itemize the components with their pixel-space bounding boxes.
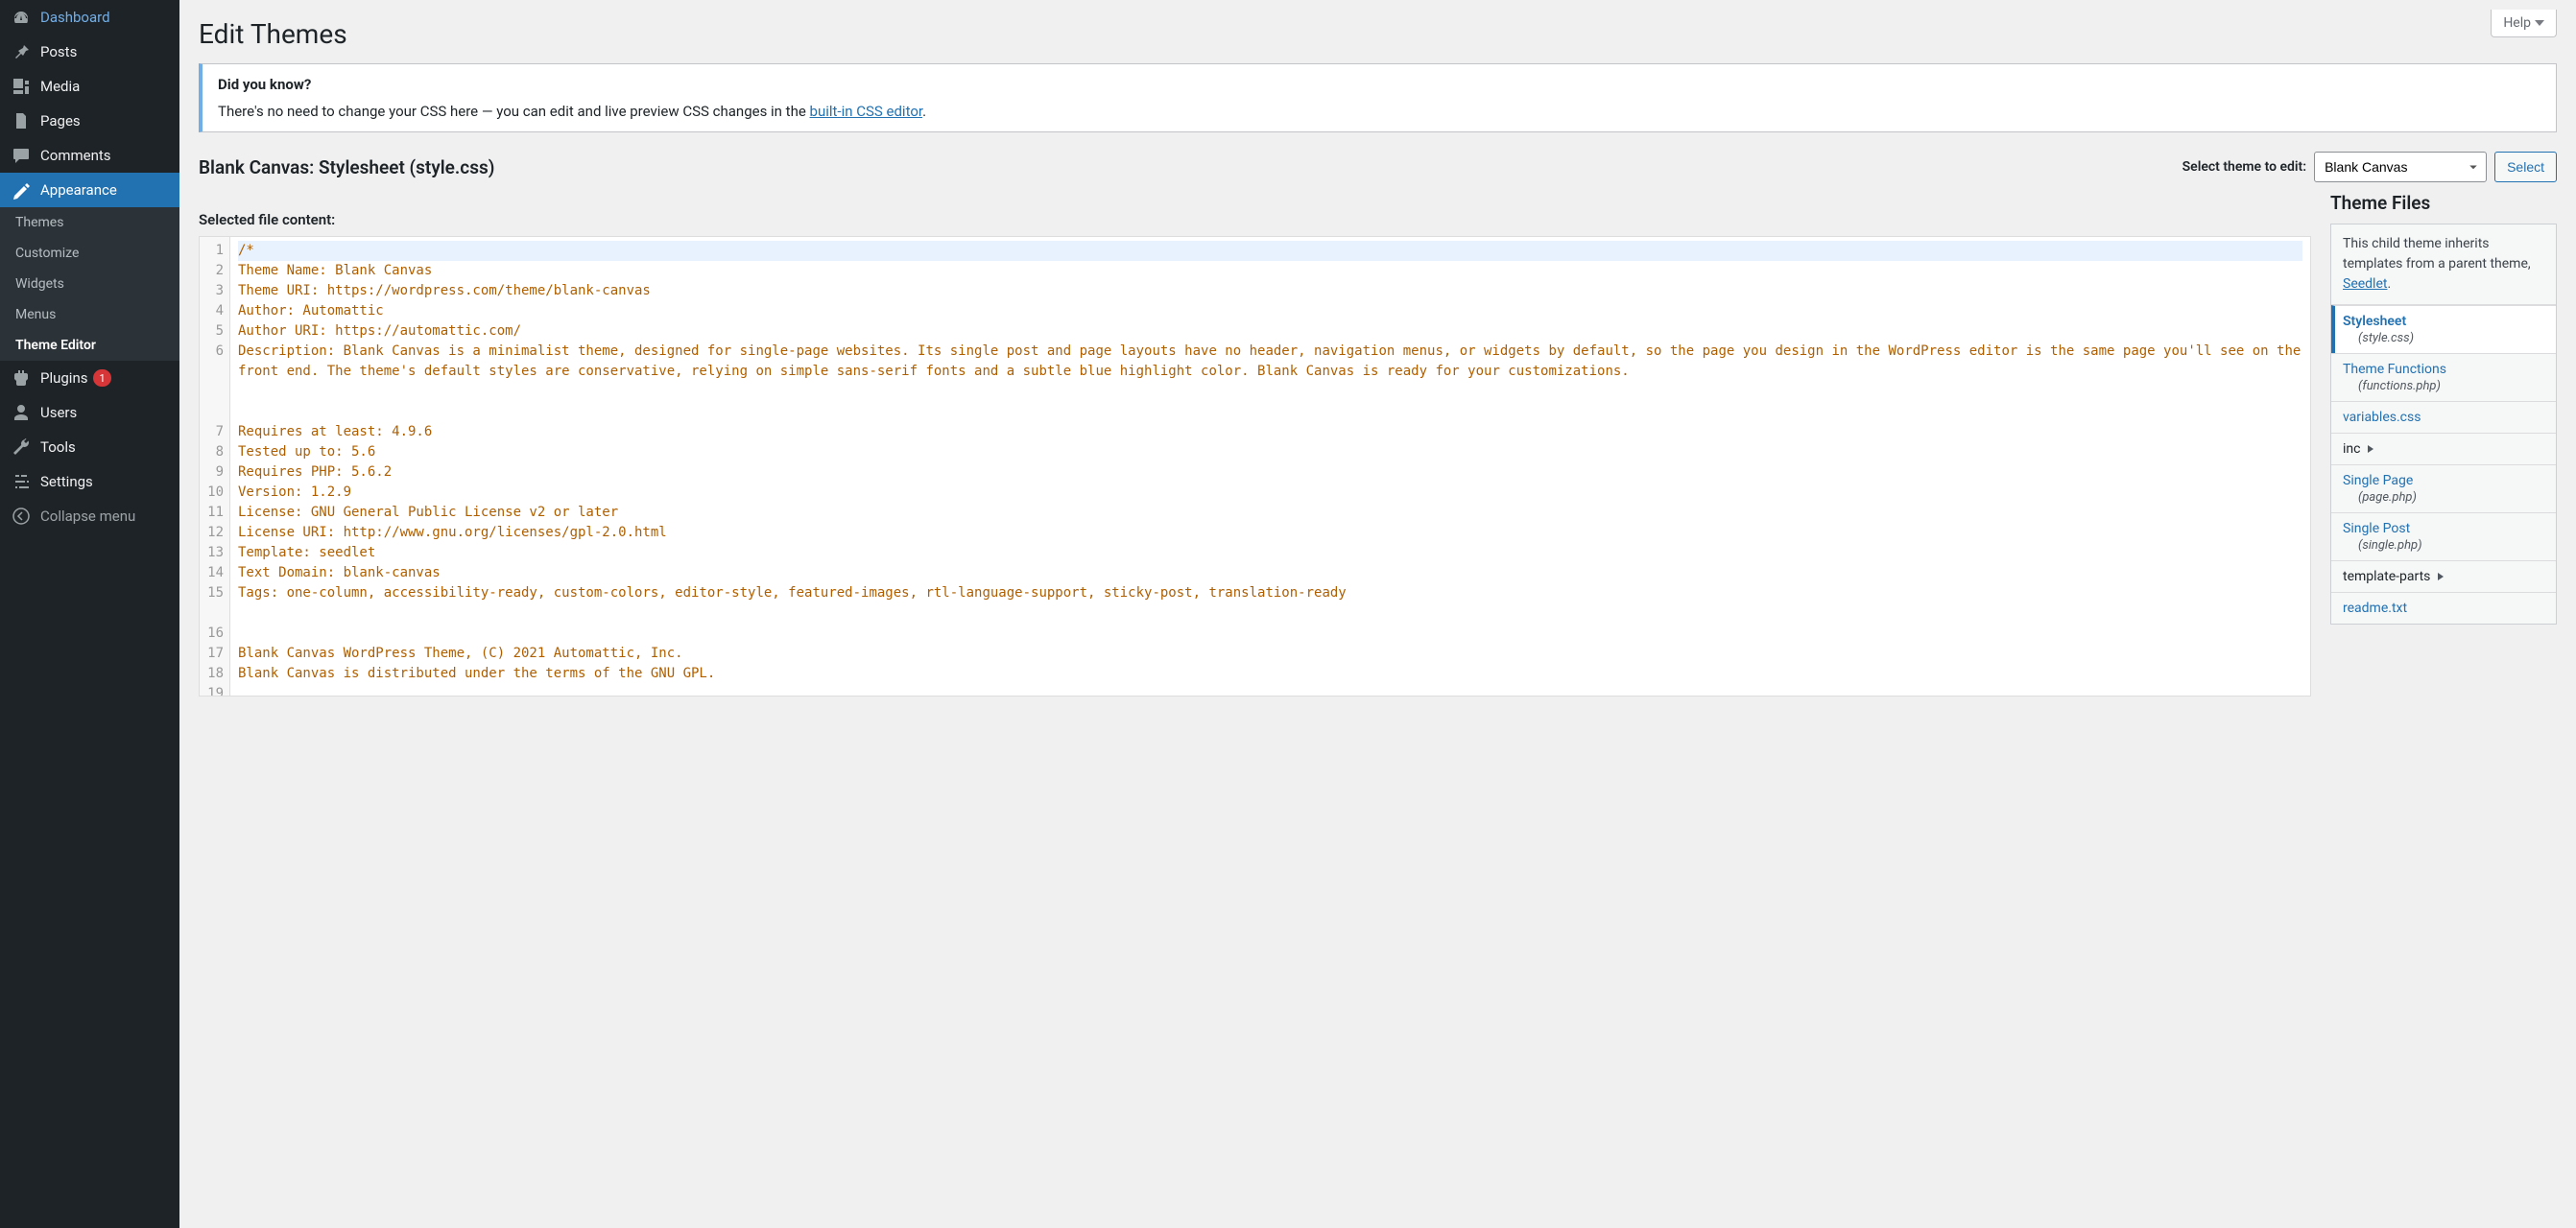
info-notice: Did you know? There's no need to change …: [199, 63, 2557, 132]
dashboard-icon: [12, 8, 31, 27]
page-title: Edit Themes: [199, 10, 2557, 54]
code-editor[interactable]: 12345678910111213141516171819 /*Theme Na…: [199, 236, 2311, 697]
line-gutter: 12345678910111213141516171819: [200, 237, 230, 696]
inherit-before: This child theme inherits templates from…: [2343, 236, 2531, 272]
users-icon: [12, 403, 31, 422]
caret-right-icon: [2438, 573, 2444, 580]
sidebar-label-tools: Tools: [40, 438, 76, 456]
inherit-after: .: [2387, 276, 2391, 292]
file-entry[interactable]: inc: [2331, 433, 2556, 464]
file-entry[interactable]: Single Page(page.php): [2331, 464, 2556, 512]
pages-icon: [12, 111, 31, 130]
admin-sidebar: Dashboard Posts Media Pages Comments App…: [0, 0, 179, 1228]
help-tab[interactable]: Help: [2491, 10, 2557, 37]
notice-text-before: There's no need to change your CSS here …: [218, 103, 810, 120]
sidebar-label-comments: Comments: [40, 147, 111, 164]
notice-title: Did you know?: [218, 76, 311, 93]
submenu-customize[interactable]: Customize: [0, 238, 179, 269]
sidebar-label-settings: Settings: [40, 473, 93, 490]
file-entry[interactable]: readme.txt: [2331, 592, 2556, 624]
sidebar-item-dashboard[interactable]: Dashboard: [0, 0, 179, 35]
file-entry[interactable]: Stylesheet(style.css): [2331, 305, 2556, 353]
main-content: Help Edit Themes Did you know? There's n…: [179, 0, 2576, 1228]
sidebar-label-posts: Posts: [40, 43, 77, 60]
plugins-badge: 1: [93, 369, 110, 387]
sidebar-item-media[interactable]: Media: [0, 69, 179, 104]
appearance-icon: [12, 180, 31, 200]
settings-icon: [12, 472, 31, 491]
sidebar-label-users: Users: [40, 404, 77, 421]
sidebar-item-settings[interactable]: Settings: [0, 464, 179, 499]
file-entry[interactable]: variables.css: [2331, 401, 2556, 433]
caret-right-icon: [2368, 445, 2373, 453]
file-entry[interactable]: Single Post(single.php): [2331, 512, 2556, 560]
plugins-icon: [12, 368, 31, 388]
sidebar-item-posts[interactable]: Posts: [0, 35, 179, 69]
collapse-label: Collapse menu: [40, 508, 135, 525]
submenu-menus[interactable]: Menus: [0, 299, 179, 330]
file-list: Stylesheet(style.css)Theme Functions(fun…: [2331, 305, 2556, 624]
file-heading: Blank Canvas: Stylesheet (style.css): [199, 156, 494, 178]
notice-text-after: .: [922, 103, 926, 120]
sidebar-item-pages[interactable]: Pages: [0, 104, 179, 138]
caret-down-icon: [2535, 20, 2544, 26]
submenu-widgets[interactable]: Widgets: [0, 269, 179, 299]
sidebar-item-users[interactable]: Users: [0, 395, 179, 430]
sidebar-label-appearance: Appearance: [40, 181, 117, 199]
submenu-themes[interactable]: Themes: [0, 207, 179, 238]
sidebar-label-media: Media: [40, 78, 80, 95]
sidebar-label-dashboard: Dashboard: [40, 9, 110, 26]
notice-text: There's no need to change your CSS here …: [218, 103, 2540, 120]
code-lines[interactable]: /*Theme Name: Blank CanvasTheme URI: htt…: [230, 237, 2310, 696]
file-entry[interactable]: Theme Functions(functions.php): [2331, 353, 2556, 401]
theme-select-label: Select theme to edit:: [2182, 159, 2306, 175]
file-entry[interactable]: template-parts: [2331, 560, 2556, 592]
content-label: Selected file content:: [199, 211, 2311, 228]
theme-files-title: Theme Files: [2330, 192, 2557, 214]
sidebar-label-pages: Pages: [40, 112, 81, 130]
theme-select[interactable]: Blank Canvas: [2314, 152, 2487, 182]
appearance-submenu: Themes Customize Widgets Menus Theme Edi…: [0, 207, 179, 361]
select-button[interactable]: Select: [2494, 152, 2557, 182]
collapse-menu[interactable]: Collapse menu: [0, 499, 179, 533]
pin-icon: [12, 42, 31, 61]
help-label: Help: [2503, 15, 2531, 31]
comments-icon: [12, 146, 31, 165]
sidebar-item-comments[interactable]: Comments: [0, 138, 179, 173]
collapse-icon: [12, 507, 31, 526]
inherit-note: This child theme inherits templates from…: [2331, 224, 2556, 305]
media-icon: [12, 77, 31, 96]
css-editor-link[interactable]: built-in CSS editor: [810, 103, 923, 120]
theme-files-panel: This child theme inherits templates from…: [2330, 224, 2557, 625]
sidebar-label-plugins: Plugins: [40, 369, 87, 387]
sidebar-item-tools[interactable]: Tools: [0, 430, 179, 464]
parent-theme-link[interactable]: Seedlet: [2343, 276, 2387, 292]
sidebar-item-plugins[interactable]: Plugins 1: [0, 361, 179, 395]
tools-icon: [12, 437, 31, 457]
sidebar-item-appearance[interactable]: Appearance: [0, 173, 179, 207]
submenu-theme-editor[interactable]: Theme Editor: [0, 330, 179, 361]
